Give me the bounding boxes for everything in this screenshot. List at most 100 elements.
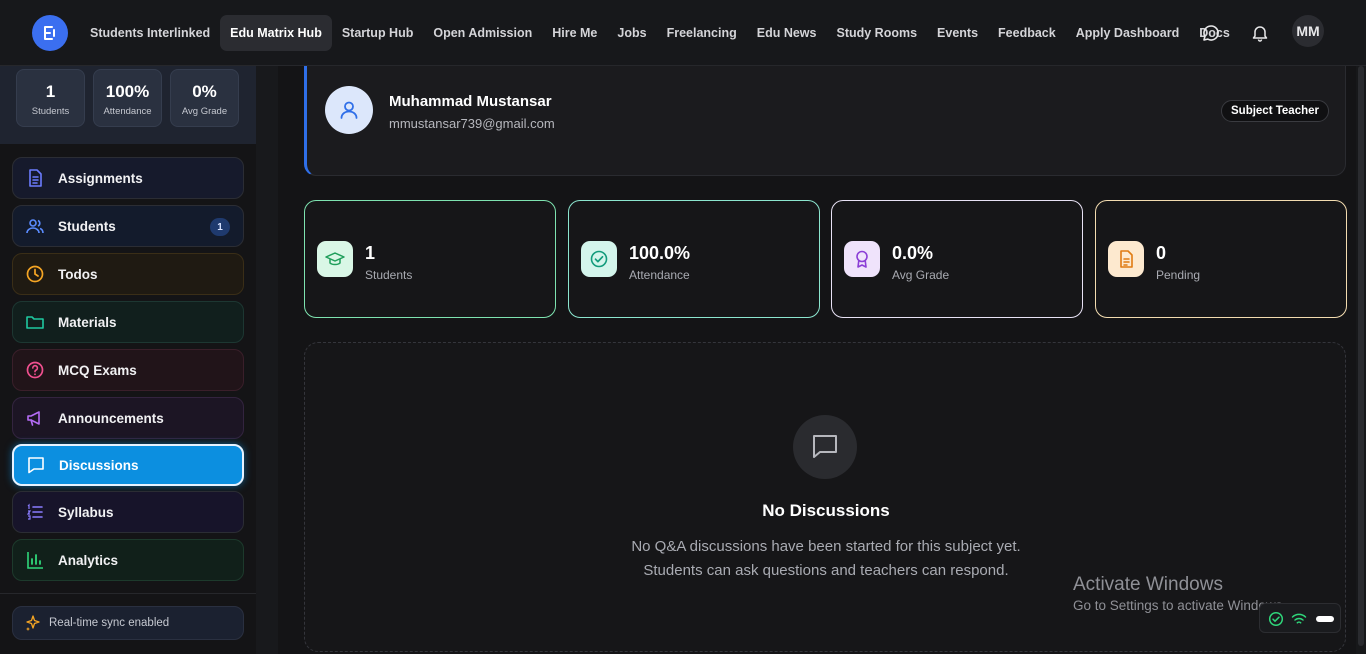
- bar-chart-icon: [27, 552, 43, 569]
- sidebar-item-discussions[interactable]: Discussions: [12, 444, 244, 486]
- check-circle-icon: [1268, 611, 1284, 627]
- clock-icon: [26, 265, 44, 283]
- nav-menu: Students Interlinked Edu Matrix Hub Star…: [80, 15, 1240, 51]
- nav-item-students-interlinked[interactable]: Students Interlinked: [80, 15, 220, 51]
- users-icon: [26, 219, 44, 234]
- sparkle-icon: [26, 615, 40, 631]
- mini-stat-attendance: 100% Attendance: [93, 69, 162, 127]
- sidebar-item-assignments[interactable]: Assignments: [12, 157, 244, 199]
- stat-label: Students: [365, 268, 413, 282]
- stat-icon-wrap: [317, 241, 353, 277]
- app-logo[interactable]: [32, 15, 68, 51]
- watermark-title: Activate Windows: [1073, 574, 1223, 595]
- message-square-icon: [813, 435, 837, 458]
- mini-stat-label: Attendance: [103, 106, 152, 117]
- profile-avatar: [325, 86, 373, 134]
- question-icon: [26, 361, 44, 379]
- mini-stat-label: Students: [31, 106, 70, 117]
- sidebar-item-students[interactable]: Students 1: [12, 205, 244, 247]
- stat-value: 0: [1156, 243, 1167, 263]
- sidebar-item-label: Analytics: [58, 552, 119, 568]
- nav-item-events[interactable]: Events: [927, 15, 988, 51]
- content-gutter: [256, 66, 278, 654]
- nav-item-jobs[interactable]: Jobs: [607, 15, 656, 51]
- sidebar-item-label: Todos: [58, 266, 98, 282]
- stat-value: 100.0%: [629, 243, 691, 263]
- sidebar-item-mcq-exams[interactable]: MCQ Exams: [12, 349, 244, 391]
- sidebar-item-label: Syllabus: [58, 504, 114, 520]
- chat-icon[interactable]: [1202, 24, 1220, 42]
- windows-activation-watermark: Activate Windows Go to Settings to activ…: [1073, 574, 1286, 613]
- stat-value: 0.0%: [892, 243, 934, 263]
- bell-icon[interactable]: [1251, 24, 1269, 42]
- stat-card-attendance: 100.0% Attendance: [568, 200, 820, 318]
- award-icon: [856, 250, 868, 268]
- user-avatar[interactable]: MM: [1292, 15, 1324, 47]
- sidebar-item-materials[interactable]: Materials: [12, 301, 244, 343]
- message-icon: [28, 457, 44, 474]
- sidebar-item-label: Materials: [58, 314, 117, 330]
- sidebar-item-label: Students: [58, 218, 116, 234]
- sidebar-item-todos[interactable]: Todos: [12, 253, 244, 295]
- stat-label: Avg Grade: [892, 268, 950, 282]
- watermark-subtitle: Go to Settings to activate Windows.: [1073, 598, 1287, 613]
- mini-stat-students: 1 Students: [16, 69, 85, 127]
- graduation-cap-icon: [325, 252, 345, 266]
- teacher-profile-card: Muhammad Mustansar mmustansar739@gmail.c…: [304, 66, 1346, 176]
- sidebar-item-label: MCQ Exams: [58, 362, 137, 378]
- nav-item-feedback[interactable]: Feedback: [988, 15, 1066, 51]
- scrollbar-thumb[interactable]: [1358, 66, 1364, 646]
- stat-card-pending: 0 Pending: [1095, 200, 1347, 318]
- toggle-pill: [1316, 616, 1334, 622]
- top-navbar: Students Interlinked Edu Matrix Hub Star…: [0, 0, 1366, 66]
- list-icon: [26, 503, 43, 520]
- profile-email: mmustansar739@gmail.com: [389, 116, 555, 131]
- file-icon: [1120, 250, 1133, 268]
- user-icon: [340, 101, 358, 119]
- count-badge: 1: [210, 218, 230, 236]
- empty-icon-wrap: [793, 415, 857, 479]
- stat-card-students: 1 Students: [304, 200, 556, 318]
- empty-desc-line: No Q&A discussions have been started for…: [631, 538, 1021, 555]
- nav-item-open-admission[interactable]: Open Admission: [423, 15, 542, 51]
- mini-stat-value: 100%: [105, 82, 150, 101]
- mini-stat-value: 1: [45, 82, 56, 101]
- sidebar-item-label: Assignments: [58, 170, 143, 186]
- stat-label: Attendance: [629, 268, 690, 282]
- profile-name: Muhammad Mustansar: [389, 93, 552, 110]
- stat-icon-wrap: [844, 241, 880, 277]
- nav-item-hire-me[interactable]: Hire Me: [542, 15, 607, 51]
- nav-item-edu-news[interactable]: Edu News: [747, 15, 827, 51]
- stat-icon-wrap: [1108, 241, 1144, 277]
- sidebar-item-label: Discussions: [59, 457, 139, 473]
- empty-title: No Discussions: [762, 501, 890, 520]
- sidebar: 1 Students 100% Attendance 0% Avg Grade …: [0, 66, 256, 654]
- nav-item-edu-matrix-hub[interactable]: Edu Matrix Hub: [220, 15, 332, 51]
- stat-value: 1: [365, 243, 376, 263]
- status-tray[interactable]: [1259, 603, 1341, 633]
- role-badge: Subject Teacher: [1221, 100, 1329, 122]
- nav-item-study-rooms[interactable]: Study Rooms: [826, 15, 927, 51]
- sync-status-label: Real-time sync enabled: [49, 617, 170, 629]
- stat-icon-wrap: [581, 241, 617, 277]
- sidebar-item-label: Announcements: [58, 410, 164, 426]
- megaphone-icon: [27, 411, 40, 426]
- mini-stat-value: 0%: [192, 82, 217, 101]
- nav-item-apply-dashboard[interactable]: Apply Dashboard: [1066, 15, 1190, 51]
- sidebar-item-announcements[interactable]: Announcements: [12, 397, 244, 439]
- sync-status: Real-time sync enabled: [12, 606, 244, 640]
- stat-card-avg-grade: 0.0% Avg Grade: [831, 200, 1083, 318]
- sidebar-divider: [0, 593, 256, 594]
- sidebar-item-analytics[interactable]: Analytics: [12, 539, 244, 581]
- nav-item-startup-hub[interactable]: Startup Hub: [332, 15, 424, 51]
- mini-stat-avg-grade: 0% Avg Grade: [170, 69, 239, 127]
- check-circle-icon: [590, 250, 608, 268]
- logo-icon: [44, 26, 55, 40]
- wifi-icon: [1291, 613, 1307, 624]
- sidebar-item-syllabus[interactable]: Syllabus: [12, 491, 244, 533]
- stat-label: Pending: [1156, 268, 1201, 282]
- folder-icon: [26, 316, 44, 329]
- document-icon: [29, 169, 42, 187]
- nav-item-freelancing[interactable]: Freelancing: [657, 15, 747, 51]
- mini-stat-label: Avg Grade: [181, 106, 228, 117]
